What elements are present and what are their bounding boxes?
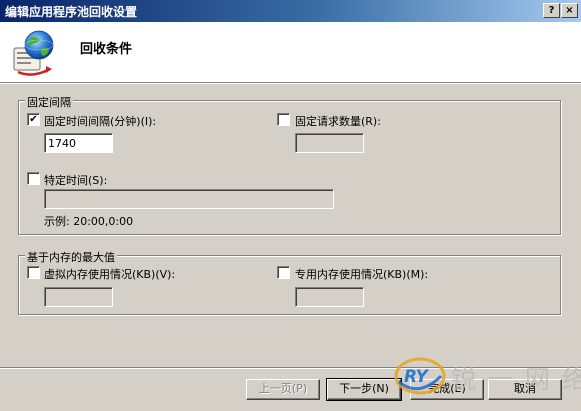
specific-time-input[interactable]	[44, 189, 334, 209]
prev-button[interactable]: 上一页(P)	[246, 379, 320, 400]
close-button[interactable]: ×	[561, 3, 578, 18]
specific-time-checkbox[interactable]	[27, 172, 40, 185]
regular-time-input[interactable]: 1740	[44, 133, 113, 153]
next-button[interactable]: 下一步(N)	[326, 378, 402, 401]
specific-time-label: 特定时间(S):	[44, 174, 108, 187]
virtual-memory-input[interactable]	[44, 287, 113, 307]
virtual-memory-checkbox[interactable]	[27, 266, 40, 279]
help-button[interactable]: ?	[543, 3, 560, 18]
footer-divider-highlight	[0, 368, 581, 369]
title-bar: 编辑应用程序池回收设置 ? ×	[0, 0, 581, 22]
memory-legend: 基于内存的最大值	[25, 249, 117, 265]
header-divider	[0, 83, 581, 84]
window-title: 编辑应用程序池回收设置	[5, 5, 138, 19]
regular-time-label: 固定时间间隔(分钟)(I):	[44, 115, 157, 128]
request-limit-label: 固定请求数量(R):	[295, 115, 381, 128]
regular-time-checkbox[interactable]: ✔	[27, 113, 40, 126]
specific-time-example: 示例: 20:00,0:00	[44, 215, 134, 228]
finish-button[interactable]: 完成(E)	[410, 379, 484, 400]
request-limit-checkbox[interactable]	[277, 113, 290, 126]
request-limit-input[interactable]	[295, 133, 364, 153]
app-pool-recycle-icon	[13, 30, 54, 76]
private-memory-label: 专用内存使用情况(KB)(M):	[295, 268, 429, 281]
page-title: 回收条件	[80, 42, 133, 57]
virtual-memory-label: 虚拟内存使用情况(KB)(V):	[44, 268, 176, 281]
cancel-button[interactable]: 取消	[488, 379, 562, 400]
private-memory-checkbox[interactable]	[277, 266, 290, 279]
private-memory-input[interactable]	[295, 287, 364, 307]
wizard-header: 回收条件	[0, 22, 581, 83]
fixed-intervals-legend: 固定间隔	[25, 94, 73, 110]
